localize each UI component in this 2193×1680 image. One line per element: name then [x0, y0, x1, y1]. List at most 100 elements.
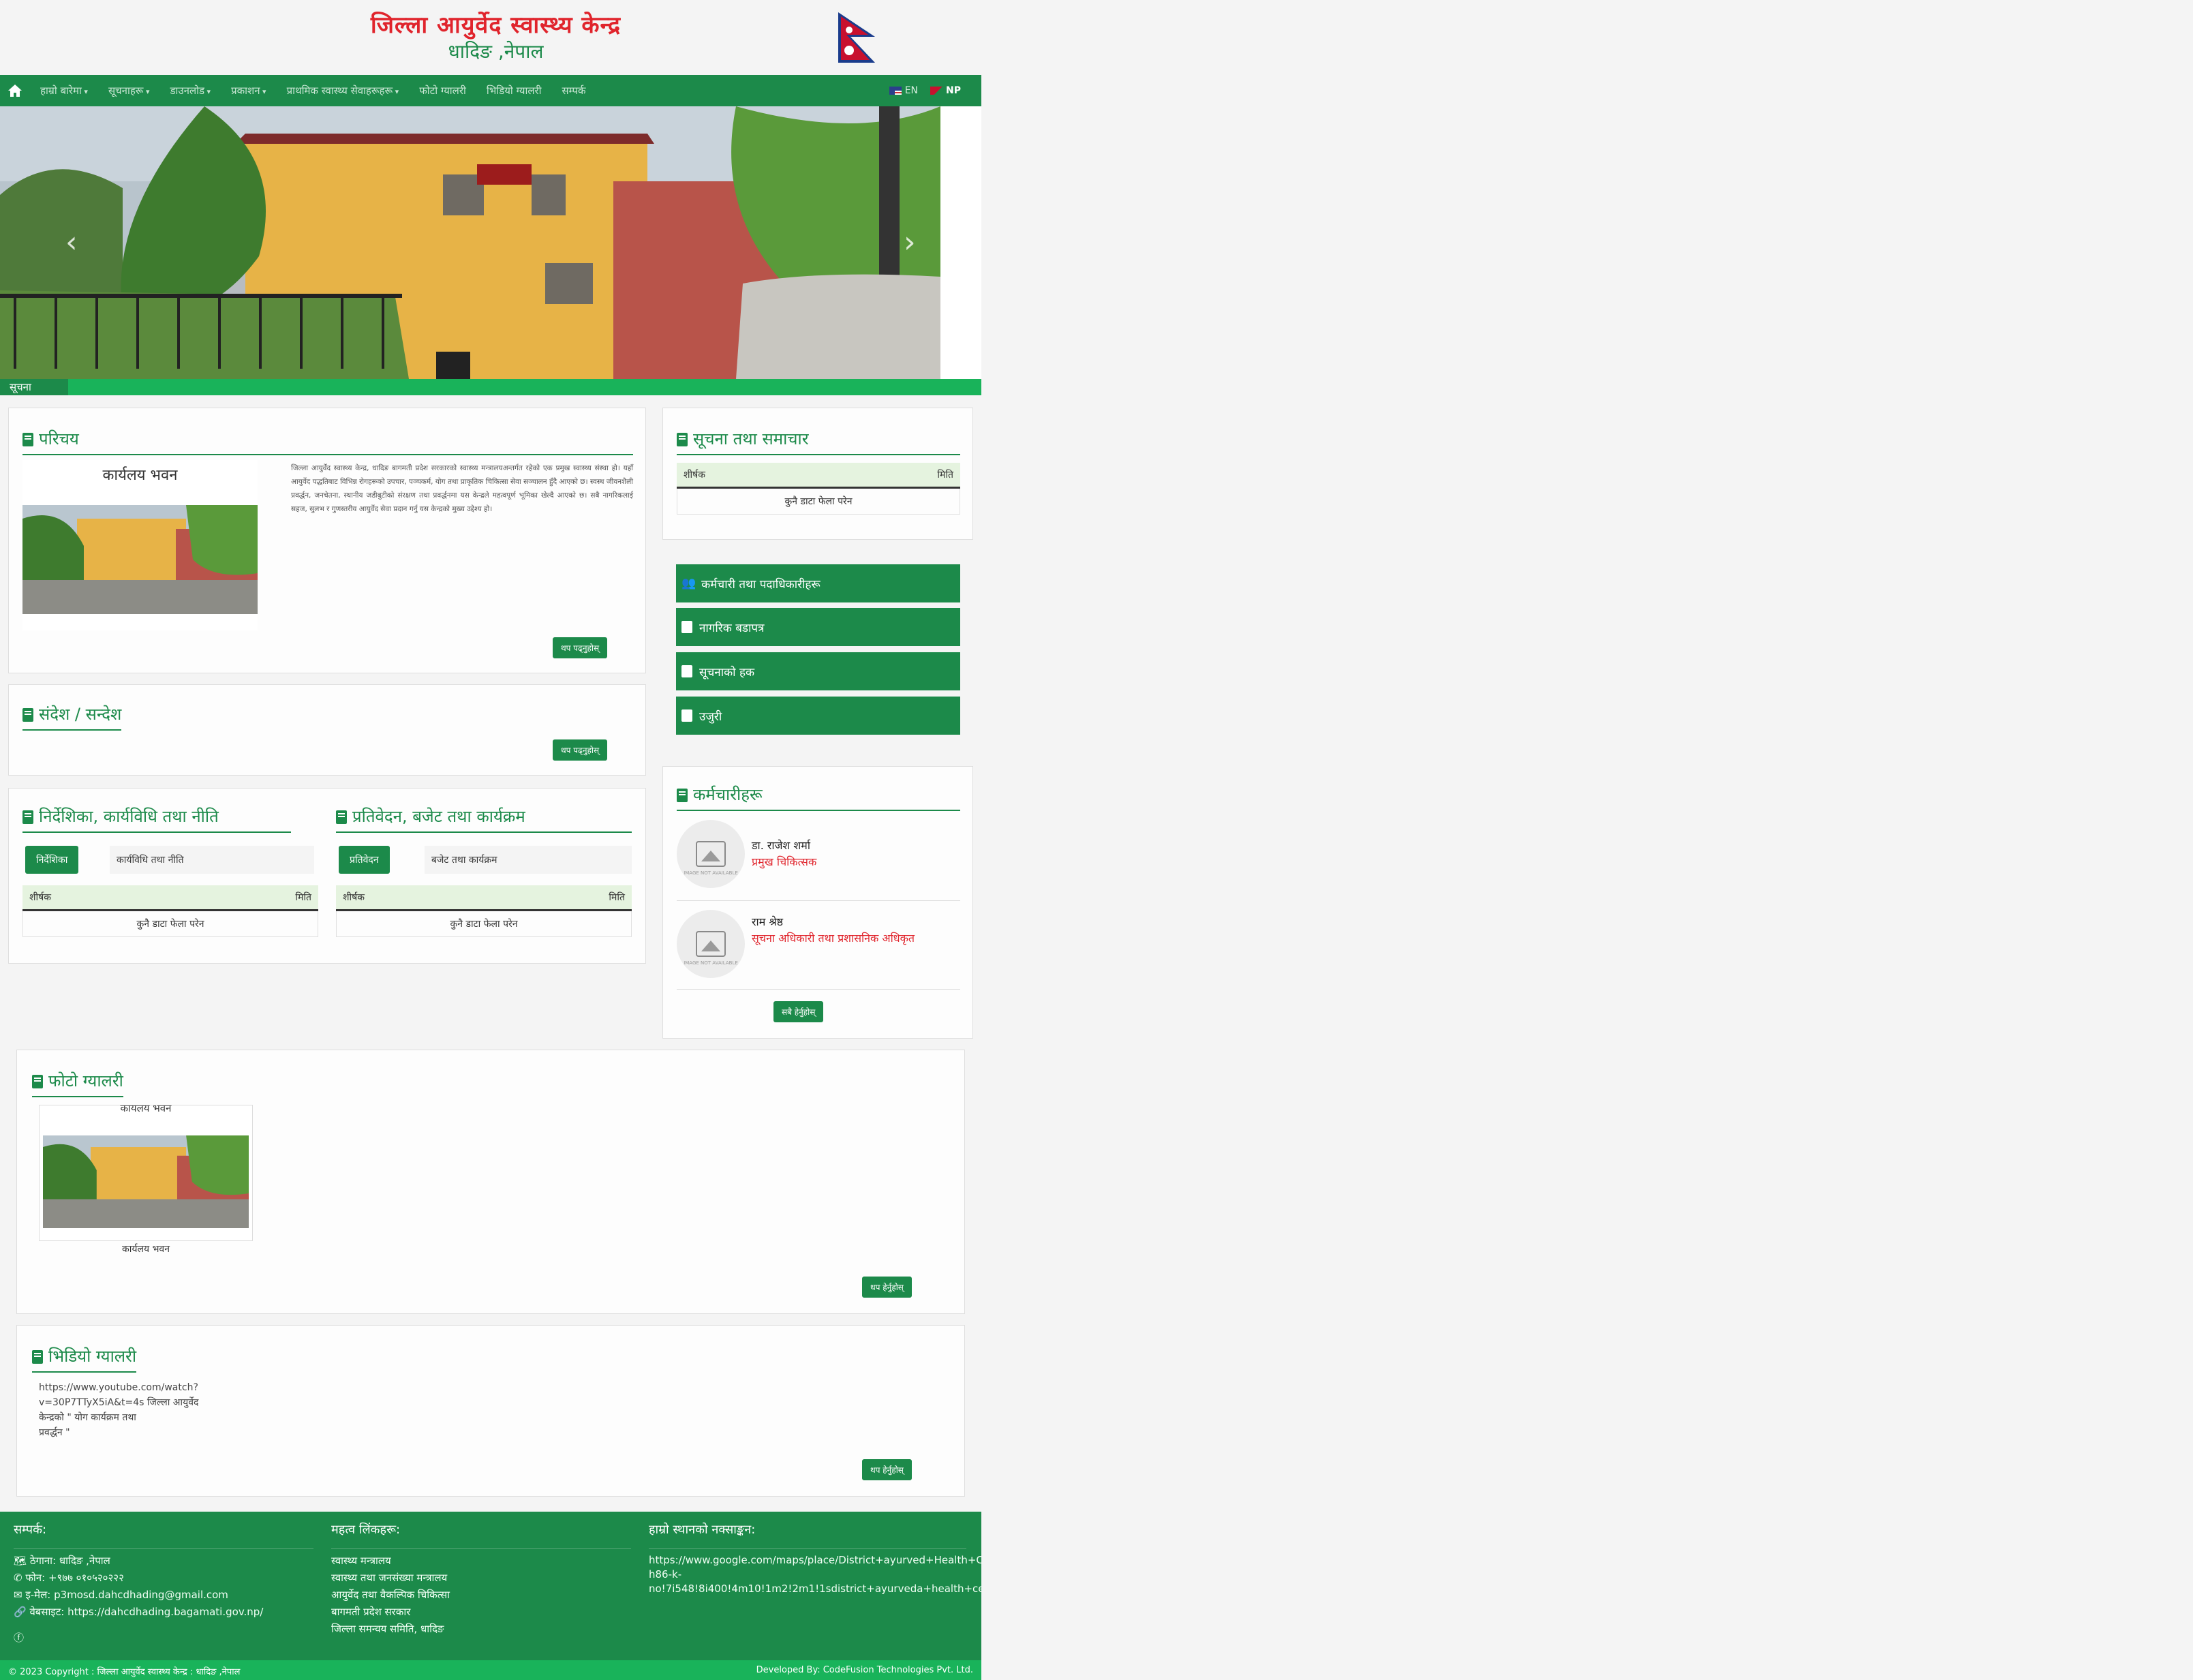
- nav-notices[interactable]: सूचनाहरू: [98, 84, 160, 97]
- reports-table-head: शीर्षक मिति: [336, 885, 632, 911]
- footer-contact-heading: सम्पर्क:: [14, 1521, 313, 1549]
- book-icon: [677, 789, 688, 802]
- staff-role: सूचना अधिकारी तथा प्रशासनिक अधिकृत: [752, 932, 915, 945]
- reports-empty-row: कुनै डाटा फेला परेन: [336, 911, 632, 937]
- phone-icon: ✆: [14, 1572, 26, 1584]
- facebook-icon[interactable]: ⓕ: [14, 1630, 24, 1645]
- footer-website[interactable]: 🔗 वेबसाइट: https://dahcdhading.bagamati.…: [14, 1605, 263, 1619]
- guidelines-empty-row: कुनै डाटा फेला परेन: [22, 911, 318, 937]
- footer-map-url[interactable]: no!7i548!8i400!4m10!1m2!2m1!1sdistrict+a…: [649, 1583, 981, 1595]
- intro-read-more-button[interactable]: थप पढ्नुहोस्: [553, 637, 608, 658]
- staff-officials-button[interactable]: 👥 कर्मचारी तथा पदाधिकारीहरू: [676, 564, 960, 602]
- image-placeholder-icon: [696, 931, 726, 957]
- book-icon: [681, 709, 692, 722]
- nav-download[interactable]: डाउनलोड: [159, 84, 221, 97]
- nav-contact[interactable]: सम्पर्क: [552, 84, 596, 97]
- staff-title: कर्मचारीहरू: [677, 783, 960, 811]
- intro-image-caption: कार्यलय भवन: [102, 467, 178, 484]
- hero-slider-image: [0, 106, 940, 379]
- gallery-item-caption: कार्यलय भवन: [122, 1244, 170, 1255]
- divider: [677, 989, 960, 990]
- footer-link[interactable]: आयुर्वेद तथा वैकल्पिक चिकित्सा: [331, 1588, 450, 1602]
- citizen-charter-button[interactable]: नागरिक बडापत्र: [676, 608, 960, 646]
- footer-map-heading: हाम्रो स्थानको नक्साङ्कन:: [649, 1521, 966, 1549]
- right-to-info-button[interactable]: सूचनाको हक: [676, 652, 960, 690]
- staff-name: डा. राजेश शर्मा: [752, 839, 810, 852]
- staff-avatar: IMAGE NOT AVAILABLE: [677, 820, 745, 888]
- video-gallery-card: भिडियो ग्यालरी https://www.youtube.com/w…: [16, 1325, 965, 1497]
- footer-link[interactable]: स्वास्थ्य मन्त्रालय: [331, 1554, 391, 1568]
- lang-en[interactable]: EN: [889, 85, 918, 96]
- book-icon: [22, 708, 33, 722]
- message-read-more-button[interactable]: थप पढ्नुहोस्: [553, 739, 608, 761]
- reports-title: प्रतिवेदन, बजेट तथा कार्यक्रम: [336, 805, 632, 833]
- notices-card: सूचना तथा समाचार शीर्षक मिति कुनै डाटा फे…: [662, 408, 973, 540]
- ticker-label: सूचना: [0, 379, 68, 395]
- developer-credit[interactable]: Developed By: CodeFusion Technologies Pv…: [756, 1665, 973, 1675]
- staff-role: प्रमुख चिकित्सक: [752, 855, 817, 868]
- users-icon: 👥: [681, 577, 696, 590]
- footer: सम्पर्क: 🗺 ठेगाना: धादिङ ,नेपाल ✆ फोन: +…: [0, 1512, 981, 1660]
- footer-email[interactable]: ✉ इ-मेल: p3mosd.dahcdhading@gmail.com: [14, 1588, 228, 1602]
- staff-avatar: IMAGE NOT AVAILABLE: [677, 910, 745, 978]
- nav-health-services[interactable]: प्राथमिक स्वास्थ्य सेवाहरूहरू: [277, 84, 410, 97]
- nav-publication[interactable]: प्रकाशन: [221, 84, 277, 97]
- gallery-view-more-button[interactable]: थप हेर्नुहोस्: [862, 1277, 912, 1298]
- footer-map-url[interactable]: https://www.google.com/maps/place/Distri…: [649, 1554, 981, 1566]
- photo-gallery-card: फोटो ग्यालरी कार्यलय भवन कार्यलय भवन थप …: [16, 1050, 965, 1314]
- tab-budget[interactable]: बजेट तथा कार्यक्रम: [425, 846, 632, 874]
- footer-links-heading: महत्व लिंकहरू:: [331, 1521, 631, 1549]
- book-icon: [681, 621, 692, 633]
- gallery-photo: [43, 1135, 249, 1228]
- book-icon: [22, 810, 33, 824]
- image-placeholder-icon: [696, 841, 726, 867]
- staff-card: कर्मचारीहरू IMAGE NOT AVAILABLE डा. राजे…: [662, 766, 973, 1039]
- intro-body: जिल्ला आयुर्वेद स्वास्थ्य केन्द्र, धादिङ…: [291, 464, 633, 513]
- footer-link[interactable]: बागमती प्रदेश सरकार: [331, 1605, 410, 1619]
- guidelines-table-head: शीर्षक मिति: [22, 885, 318, 911]
- copyright-text: © 2023 Copyright : जिल्ला आयुर्वेद स्वास…: [8, 1667, 241, 1677]
- slider-prev-icon[interactable]: ‹: [65, 225, 78, 260]
- notices-table-head: शीर्षक मिति: [677, 463, 960, 489]
- book-icon: [681, 665, 692, 677]
- home-icon[interactable]: [0, 75, 30, 106]
- tab-procedures[interactable]: कार्यविधि तथा नीति: [110, 846, 314, 874]
- book-icon: [32, 1075, 43, 1088]
- book-icon: [32, 1350, 43, 1364]
- video-description: https://www.youtube.com/watch? v=30P7TTy…: [39, 1382, 199, 1438]
- envelope-icon: ✉: [14, 1589, 26, 1601]
- nav-video-gallery[interactable]: भिडियो ग्यालरी: [476, 84, 552, 97]
- notices-empty-row: कुनै डाटा फेला परेन: [677, 489, 960, 515]
- footer-map-url[interactable]: h86-k-: [649, 1568, 681, 1580]
- intro-card: परिचय कार्यलय भवन जिल्ला आयुर्वेद स्वास्…: [8, 408, 646, 673]
- guidelines-title: निर्देशिका, कार्यविधि तथा नीति: [22, 805, 291, 833]
- link-icon: 🔗: [14, 1606, 30, 1618]
- view-all-staff-button[interactable]: सबै हेर्नुहोस्: [773, 1001, 824, 1022]
- message-title: संदेश / सन्देश: [22, 703, 122, 731]
- nav-photo-gallery[interactable]: फोटो ग्यालरी: [409, 84, 476, 97]
- language-switcher: EN NP: [889, 75, 961, 106]
- slider-gap: [940, 106, 981, 379]
- video-view-more-button[interactable]: थप हेर्नुहोस्: [862, 1459, 912, 1480]
- footer-link[interactable]: जिल्ला समन्वय समिति, धादिङ: [331, 1622, 444, 1636]
- book-icon: [22, 433, 33, 446]
- nepal-flag-icon: [930, 87, 943, 95]
- lang-np[interactable]: NP: [930, 85, 961, 96]
- footer-phone: ✆ फोन: +९७७ ०१०५२०२२२: [14, 1572, 124, 1584]
- slider-next-icon[interactable]: ›: [904, 225, 916, 260]
- photo-gallery-title: फोटो ग्यालरी: [32, 1069, 123, 1097]
- footer-link[interactable]: स्वास्थ्य तथा जनसंख्या मन्त्रालय: [331, 1571, 447, 1585]
- nepal-flag-icon: [838, 12, 875, 63]
- copyright-bar: © 2023 Copyright : जिल्ला आयुर्वेद स्वास…: [0, 1660, 981, 1680]
- complaint-button[interactable]: उजुरी: [676, 697, 960, 735]
- tab-guidelines[interactable]: निर्देशिका: [25, 846, 79, 874]
- nav-about[interactable]: हाम्रो बारेमा: [30, 84, 98, 97]
- office-building-photo: [22, 505, 258, 614]
- book-icon: [677, 433, 688, 446]
- tab-reports[interactable]: प्रतिवेदन: [339, 846, 390, 874]
- staff-name: राम श्रेष्ठ: [752, 915, 784, 928]
- gallery-image-caption: कार्यलय भवन: [120, 1105, 172, 1114]
- gallery-item[interactable]: कार्यलय भवन: [39, 1105, 253, 1241]
- video-gallery-title: भिडियो ग्यालरी: [32, 1345, 137, 1373]
- divider: [677, 900, 960, 901]
